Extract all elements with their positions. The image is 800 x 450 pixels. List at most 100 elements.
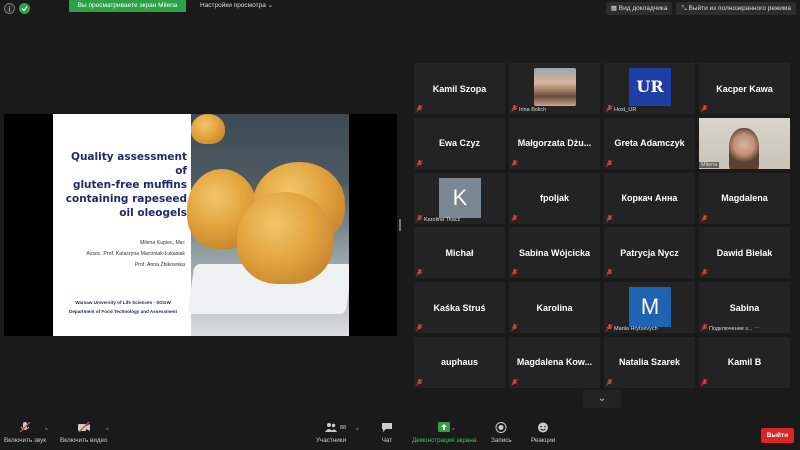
share-screen-button[interactable]: Демонстрация экрана [412,422,476,444]
slide-affiliation: Warsaw University of Life Sciences - SGG… [59,298,187,316]
participant-name: Patrycja Nycz [620,247,679,258]
share-screen-icon [438,422,451,432]
chevron-down-icon: ⌄ [597,393,607,404]
participants-options-caret[interactable]: ^ [356,428,359,434]
info-icon[interactable]: i [4,3,15,14]
muted-mic-icon [511,324,518,331]
participant-tile[interactable]: Irina Bolich [509,63,600,114]
participant-name: Magdalena [721,193,768,204]
participants-label: Участники [316,437,347,444]
record-icon [495,422,507,433]
university-logo: UR [629,68,671,106]
participant-name: auphaus [440,357,478,368]
participant-tile[interactable]: Ewa Czyz [414,117,505,169]
muted-mic-icon [416,105,423,112]
record-button[interactable]: Запись [491,422,512,444]
muted-mic-icon [701,105,708,112]
muted-mic-icon [701,214,708,222]
participant-label: Host_UR [614,107,637,113]
participant-tile[interactable]: Michał [414,227,505,279]
participant-tile[interactable]: UR Host_UR [604,63,695,114]
muted-mic-icon [511,159,518,167]
slide-affiliation-line: Warsaw University of Life Sciences - SGG… [75,300,171,305]
exit-fullscreen-label: Выйти из полноэкранного режима [688,5,791,12]
video-options-caret[interactable]: ^ [106,428,109,434]
muted-mic-icon [416,159,423,167]
start-video-button[interactable]: Включить видео [60,422,108,444]
participant-tile[interactable]: Magdalena Kow... [509,336,600,388]
participant-name: Sabina Wójcicka [518,247,591,258]
muted-mic-icon [511,269,518,277]
split-divider-handle[interactable] [399,219,401,231]
muted-mic-icon [701,378,708,386]
participant-tile[interactable]: auphaus [414,336,505,388]
letter-avatar: M [629,287,671,328]
participant-tile[interactable]: Milena [699,117,790,169]
slide-author: Assoc. Prof. Katarzyna Marciniak-Łukasia… [86,251,185,257]
participant-tile[interactable]: Sabina Wójcicka [509,227,600,279]
participant-tile[interactable]: Sabina Подключение з... ⋯ [699,282,790,334]
more-participants-button[interactable]: ⌄ [583,390,621,408]
participant-tile[interactable]: Małgorzata Dżu... [509,117,600,169]
muted-mic-icon [606,214,613,222]
reactions-button[interactable]: Реакции [531,422,555,444]
participant-name: fpoljak [539,193,569,204]
participant-tile[interactable]: Natalia Szarek [604,336,695,388]
participant-tile[interactable]: Dawid Bielak [699,227,790,279]
unmute-label: Включить звук [4,437,46,444]
participants-count: 88 [340,425,347,431]
share-options-caret[interactable]: ^ [452,428,455,434]
security-indicators: i [4,3,30,14]
shield-icon[interactable] [19,3,30,14]
participant-tile[interactable]: Karolina [509,282,600,334]
muffin-shape [237,192,333,284]
view-options-menu[interactable]: Настройки просмотра ⌄ [200,1,273,11]
participant-tile[interactable]: Patrycja Nycz [604,227,695,279]
slide-title-line: gluten-free muffins [72,179,187,191]
participant-name: Kaśka Struś [433,302,486,313]
participant-name: Kamil B [727,357,762,368]
participant-video-figure [729,127,759,169]
muted-mic-icon [606,269,613,277]
slide-text-panel: Quality assessment of gluten-free muffin… [53,114,191,336]
slide-title-line: oil oleogels [119,207,187,219]
slide-author: Prof. Anna Żbikowska [134,262,185,268]
exit-fullscreen-button[interactable]: ⤡ Выйти из полноэкранного режима [676,2,796,15]
muted-mic-icon [19,422,31,433]
muffin-shape [191,114,225,144]
participant-tile[interactable]: Kaśka Struś [414,282,505,334]
slide-affiliation-line: Department of Food Technology and Assess… [69,309,177,314]
speaker-view-button[interactable]: ▦ Вид докладчика [605,2,673,15]
participant-tile[interactable]: M Mariia Hrytsevych [604,282,695,334]
participant-tile[interactable]: Коркач Анна [604,172,695,224]
participant-tile[interactable]: Kamil Szopa [414,63,505,114]
slide-title: Quality assessment of gluten-free muffin… [59,150,187,220]
participant-tile[interactable]: Magdalena [699,172,790,224]
reactions-icon [538,422,549,433]
muted-mic-icon [606,378,613,386]
participant-tile[interactable]: Greta Adamczyk [604,117,695,169]
participant-tile[interactable]: fpoljak [509,172,600,224]
unmute-button[interactable]: Включить звук [4,422,46,444]
shared-screen[interactable]: Quality assessment of gluten-free muffin… [4,114,397,336]
muted-mic-icon [701,269,708,277]
grid-view-icon: ▦ [610,5,619,12]
participant-tile[interactable]: Kacper Kawa [699,63,790,114]
audio-options-caret[interactable]: ^ [45,428,48,434]
participant-name: Ewa Czyz [438,138,480,149]
meeting-toolbar: Включить звук ^ Включить видео ^ Участни… [0,422,800,450]
chat-button[interactable]: Чат [381,422,393,444]
participant-label: Milena [699,161,720,168]
slide-authors: Milena Kupiec, Msc Assoc. Prof. Katarzyn… [59,238,185,271]
start-video-label: Включить видео [60,437,108,444]
participant-tile[interactable]: K Karolina Tkacz [414,172,505,224]
participant-label: Irina Bolich [519,107,547,113]
leave-button[interactable]: Выйти [761,428,794,443]
chat-icon [382,423,392,432]
muted-mic-icon [416,269,423,277]
participant-tile[interactable]: Kamil B [699,336,790,388]
letter-avatar: K [439,177,481,218]
record-label: Запись [491,437,512,444]
slide-author: Milena Kupiec, Msc [140,240,185,246]
chat-label: Чат [381,437,393,444]
